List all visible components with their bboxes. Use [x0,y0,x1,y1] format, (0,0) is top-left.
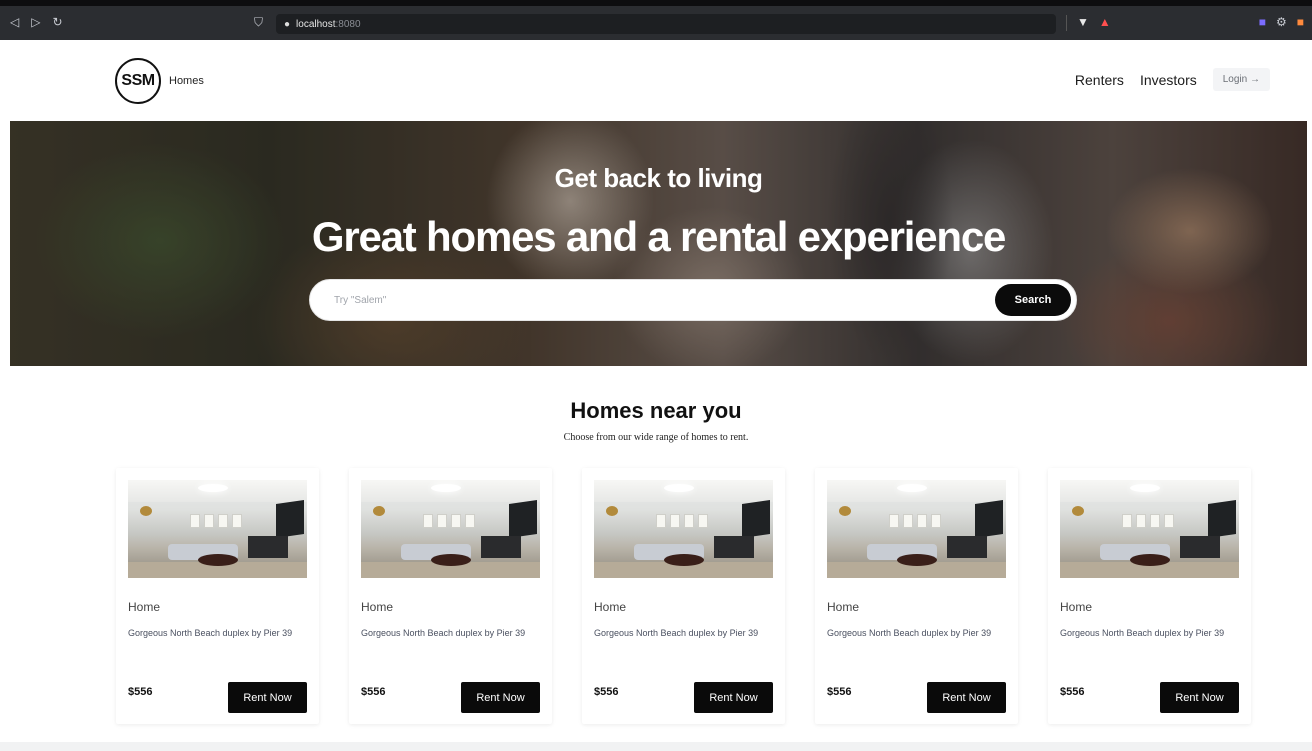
home-price: $556 [1060,686,1085,698]
toolbar-right: ■ ⚙ ■ [1259,15,1304,29]
home-category: Home [827,600,860,614]
section-title: Homes near you [570,398,742,423]
home-card[interactable]: Home Gorgeous North Beach duplex by Pier… [815,468,1018,724]
url-port: :8080 [335,18,361,30]
home-card-list: Home Gorgeous North Beach duplex by Pier… [116,468,1251,724]
home-image [128,480,307,578]
search-button[interactable]: Search [995,284,1071,316]
logo-mark: SSM [115,58,161,104]
home-card[interactable]: Home Gorgeous North Beach duplex by Pier… [582,468,785,724]
footer-edge [0,742,1312,751]
settings-icon[interactable]: ⚙ [1276,15,1287,29]
rent-now-button[interactable]: Rent Now [694,682,773,713]
logo-text: SSM [121,72,155,89]
logo[interactable]: SSM Homes [115,58,204,104]
brave-shield-icon[interactable]: ▼ [1077,15,1089,31]
home-card[interactable]: Home Gorgeous North Beach duplex by Pier… [1048,468,1251,724]
home-image [827,480,1006,578]
browser-nav: ◁ ▷ ↻ [10,15,63,29]
extension-icon[interactable]: ■ [1259,15,1266,29]
main-nav: Renters Investors Login → [1075,68,1270,91]
home-category: Home [1060,600,1093,614]
home-description: Gorgeous North Beach duplex by Pier 39 [594,628,759,638]
home-description: Gorgeous North Beach duplex by Pier 39 [361,628,526,638]
home-price: $556 [128,686,153,698]
search-input[interactable] [310,280,995,320]
home-description: Gorgeous North Beach duplex by Pier 39 [827,628,992,638]
rent-now-button[interactable]: Rent Now [228,682,307,713]
nav-investors[interactable]: Investors [1140,72,1197,88]
home-price: $556 [361,686,386,698]
site-info-icon[interactable]: ● [284,19,290,30]
url-host: localhost [296,18,336,30]
browser-toolbar: ◁ ▷ ↻ ⛉ ● localhost:8080 ▼ ▲ ■ ⚙ ■ [0,0,1312,40]
reload-icon[interactable]: ↻ [52,15,62,29]
search-bar: Search [309,279,1077,321]
home-description: Gorgeous North Beach duplex by Pier 39 [1060,628,1225,638]
home-price: $556 [594,686,619,698]
home-category: Home [128,600,161,614]
site-header: SSM Homes Renters Investors Login → [0,48,1312,114]
rent-now-button[interactable]: Rent Now [1160,682,1239,713]
brand-name[interactable]: Homes [169,75,204,87]
hero-subtitle: Get back to living [554,163,763,193]
divider [1066,15,1067,31]
hero-title: Great homes and a rental experience [311,213,1007,260]
home-card[interactable]: Home Gorgeous North Beach duplex by Pier… [349,468,552,724]
home-image [594,480,773,578]
login-button[interactable]: Login → [1212,68,1270,91]
home-category: Home [361,600,394,614]
profile-icon[interactable]: ■ [1297,15,1304,29]
extensions-area: ▼ ▲ [1066,15,1111,31]
rent-now-button[interactable]: Rent Now [461,682,540,713]
forward-icon[interactable]: ▷ [31,15,40,29]
home-image [1060,480,1239,578]
nav-renters[interactable]: Renters [1075,72,1124,88]
brave-rewards-icon[interactable]: ▲ [1099,15,1111,31]
back-icon[interactable]: ◁ [10,15,19,29]
address-bar[interactable]: ● localhost:8080 [276,14,1056,34]
home-category: Home [594,600,627,614]
hero-banner: Get back to living Great homes and a ren… [10,121,1307,366]
home-card[interactable]: Home Gorgeous North Beach duplex by Pier… [116,468,319,724]
home-image [361,480,540,578]
section-subtitle: Choose from our wide range of homes to r… [563,432,749,443]
home-price: $556 [827,686,852,698]
rent-now-button[interactable]: Rent Now [927,682,1006,713]
bookmark-icon[interactable]: ⛉ [254,15,263,30]
home-description: Gorgeous North Beach duplex by Pier 39 [128,628,293,638]
